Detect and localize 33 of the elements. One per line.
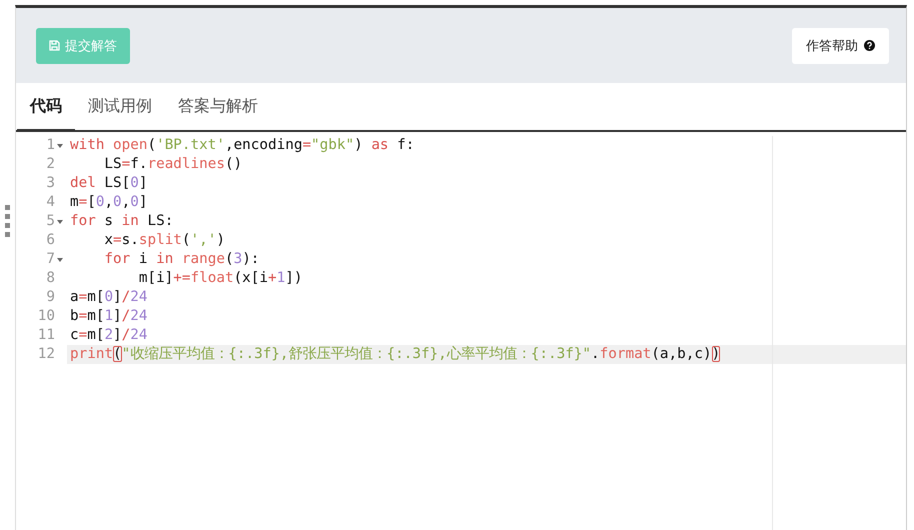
tab[interactable]: 代码 — [17, 83, 75, 132]
code-line: LS=f.readlines() — [103, 155, 244, 174]
code-line: b=m[1]/24 — [69, 307, 148, 326]
code-line: c=m[2]/24 — [69, 326, 148, 345]
line-number: 6 — [46, 231, 55, 250]
fold-arrow-icon[interactable] — [57, 144, 63, 148]
line-number: 9 — [46, 288, 55, 307]
fold-arrow-icon[interactable] — [57, 258, 63, 262]
code-line: with open('BP.txt',encoding="gbk") as f: — [69, 136, 416, 155]
code-line: m[i]+=float(x[i+1]) — [138, 269, 304, 288]
help-icon — [864, 40, 875, 51]
line-number: 12 — [38, 345, 55, 364]
code-line: for s in LS: — [69, 212, 174, 231]
drag-handle-icon[interactable] — [5, 205, 10, 239]
tab[interactable]: 答案与解析 — [165, 83, 271, 132]
fold-arrow-icon[interactable] — [57, 220, 63, 224]
line-number: 8 — [46, 269, 55, 288]
line-number: 3 — [46, 174, 55, 193]
code-line: a=m[0]/24 — [69, 288, 148, 307]
line-number: 7 — [46, 250, 55, 269]
code-line: for i in range(3): — [103, 250, 260, 269]
line-number: 10 — [38, 307, 55, 326]
line-number: 5 — [46, 212, 55, 231]
code-line: del LS[0] — [69, 174, 148, 193]
save-icon — [49, 40, 60, 51]
line-number: 2 — [46, 155, 55, 174]
line-number: 4 — [46, 193, 55, 212]
tab[interactable]: 测试用例 — [75, 83, 165, 132]
code-line: m=[0,0,0] — [69, 193, 148, 212]
line-number: 11 — [38, 326, 55, 345]
line-number: 1 — [46, 136, 55, 155]
code-line: x=s.split(',') — [103, 231, 226, 250]
help-button[interactable]: 作答帮助 — [792, 28, 889, 64]
